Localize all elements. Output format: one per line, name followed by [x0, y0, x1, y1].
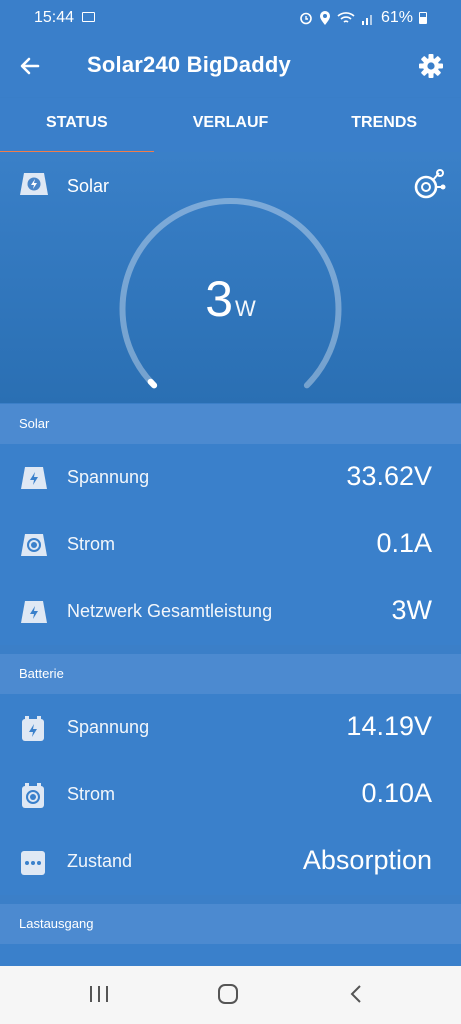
list-item[interactable]: Zustand Absorption — [0, 828, 461, 895]
gauge-label: Solar — [67, 176, 110, 196]
status-time: 15:44 — [34, 9, 75, 26]
gear-icon[interactable] — [417, 52, 445, 80]
row-value: 0.10A — [361, 778, 432, 808]
app-bar: Solar240 BigDaddy — [0, 34, 461, 98]
arrow-left-icon[interactable] — [16, 52, 44, 80]
solar-panel-icon — [20, 173, 48, 195]
status-bar: 15:44 61% — [0, 0, 461, 34]
location-icon — [319, 10, 330, 25]
tab-trends[interactable]: TRENDS — [307, 98, 461, 152]
list-item[interactable]: Strom 0.10A — [0, 761, 461, 828]
section-header-solar: Solar — [0, 404, 461, 444]
solar-gauge-panel: Solar 3W — [0, 152, 461, 403]
row-label: Spannung — [67, 467, 150, 487]
solar-bolt-icon — [21, 467, 47, 489]
row-value: 3W — [391, 595, 433, 625]
system-nav-bar — [0, 966, 461, 1024]
row-label: Strom — [67, 534, 116, 554]
signal-icon — [361, 14, 372, 25]
tab-verlauf[interactable]: VERLAUF — [154, 98, 308, 152]
row-label: Spannung — [67, 717, 150, 737]
back-icon[interactable] — [348, 984, 364, 1004]
section-header-battery: Batterie — [0, 654, 461, 694]
row-value: Absorption — [302, 845, 432, 875]
row-value: 0.1A — [376, 528, 432, 558]
list-item[interactable]: Strom 0.1A — [0, 511, 461, 578]
gauge-fill — [147, 378, 158, 389]
list-item[interactable]: Netzwerk Gesamtleistung 3W — [0, 578, 461, 645]
gauge-unit: W — [235, 296, 256, 321]
recent-apps-icon[interactable] — [88, 984, 110, 1004]
list-item[interactable]: Spannung 33.62V — [0, 444, 461, 511]
row-value: 33.62V — [346, 461, 432, 491]
network-icon[interactable] — [412, 168, 446, 202]
page-title: Solar240 BigDaddy — [87, 52, 291, 77]
row-label: Netzwerk Gesamtleistung — [67, 601, 273, 621]
gauge-readout: 3W — [0, 270, 461, 328]
row-label: Strom — [67, 784, 116, 804]
battery-icon — [419, 12, 427, 24]
row-label: Zustand — [67, 851, 133, 871]
load-list — [0, 944, 461, 966]
gauge-value: 3 — [205, 271, 234, 327]
row-value: 14.19V — [346, 711, 432, 741]
tab-status[interactable]: STATUS — [0, 98, 154, 154]
solar-bolt-icon — [21, 601, 47, 623]
battery-bolt-icon — [22, 716, 44, 741]
wifi-icon — [337, 12, 355, 23]
alarm-icon — [300, 12, 312, 25]
battery-percent: 61% — [380, 9, 413, 26]
list-item[interactable]: Spannung 14.19V — [0, 694, 461, 761]
battery-list: Spannung 14.19V Strom 0.10A Zustand Abso… — [0, 694, 461, 895]
section-header-load: Lastausgang — [0, 904, 461, 944]
mail-icon — [82, 12, 95, 22]
state-dots-icon — [21, 851, 45, 875]
home-icon[interactable] — [217, 984, 239, 1004]
current-icon — [21, 534, 47, 556]
solar-list: Spannung 33.62V Strom 0.1A Netzwerk Gesa… — [0, 444, 461, 645]
battery-current-icon — [22, 783, 44, 808]
tab-bar: STATUS VERLAUF TRENDS — [0, 98, 461, 154]
status-icons: 61% — [299, 9, 427, 27]
